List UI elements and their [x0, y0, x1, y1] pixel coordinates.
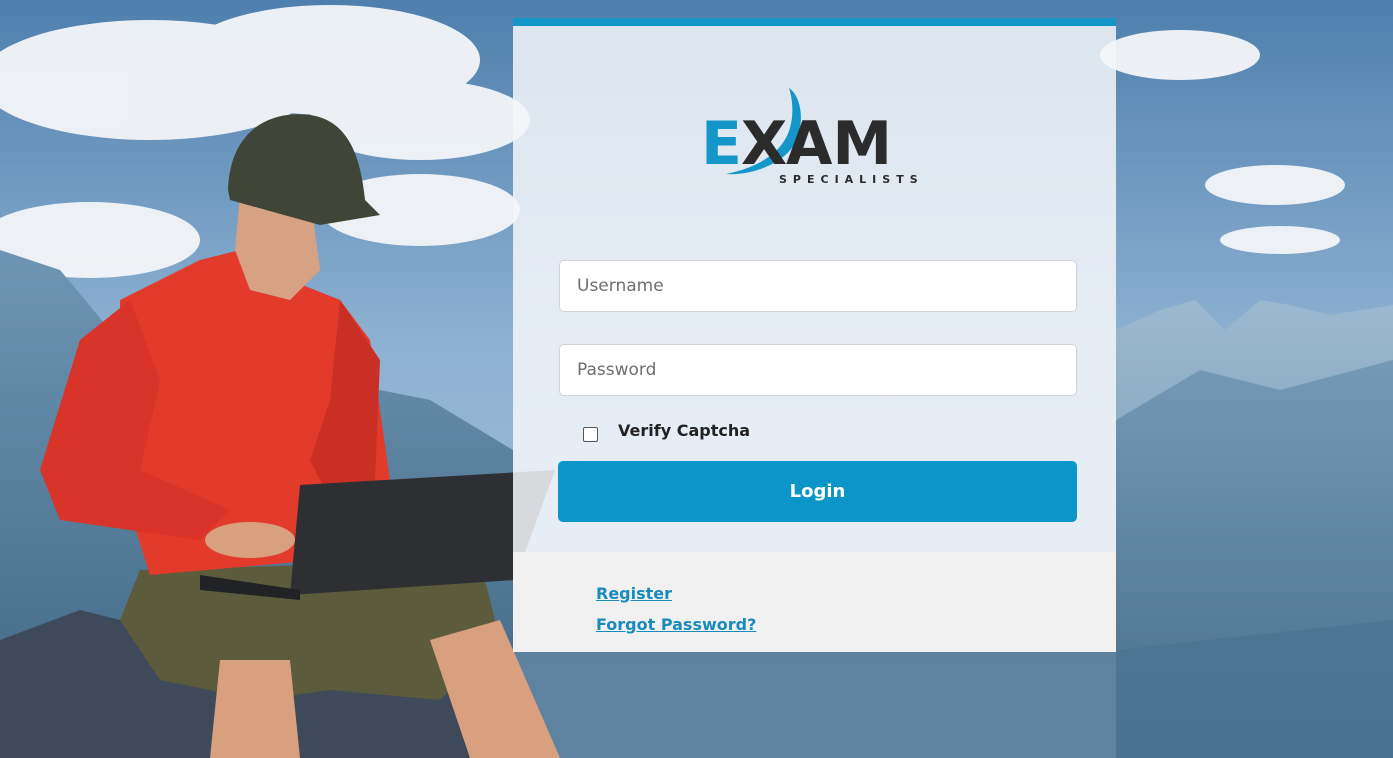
verify-captcha-checkbox[interactable] [583, 426, 598, 442]
password-input[interactable] [559, 344, 1077, 396]
forgot-password-link[interactable]: Forgot Password? [596, 615, 756, 634]
login-card: E X AM SPECIALISTS Verify Captcha Login … [513, 18, 1116, 652]
login-button[interactable]: Login [558, 461, 1077, 522]
verify-captcha-label[interactable]: Verify Captcha [618, 421, 750, 440]
logo-tagline: SPECIALISTS [779, 173, 924, 186]
logo-letters-am: AM [786, 109, 892, 179]
exam-specialists-logo: E X AM SPECIALISTS [701, 88, 924, 186]
logo-letter-e: E [701, 109, 742, 179]
login-page: E X AM SPECIALISTS Verify Captcha Login … [0, 0, 1393, 758]
logo-letter-x: X [741, 109, 787, 179]
captcha-row: Verify Captcha [583, 418, 750, 442]
username-input[interactable] [559, 260, 1077, 312]
register-link[interactable]: Register [596, 584, 672, 603]
